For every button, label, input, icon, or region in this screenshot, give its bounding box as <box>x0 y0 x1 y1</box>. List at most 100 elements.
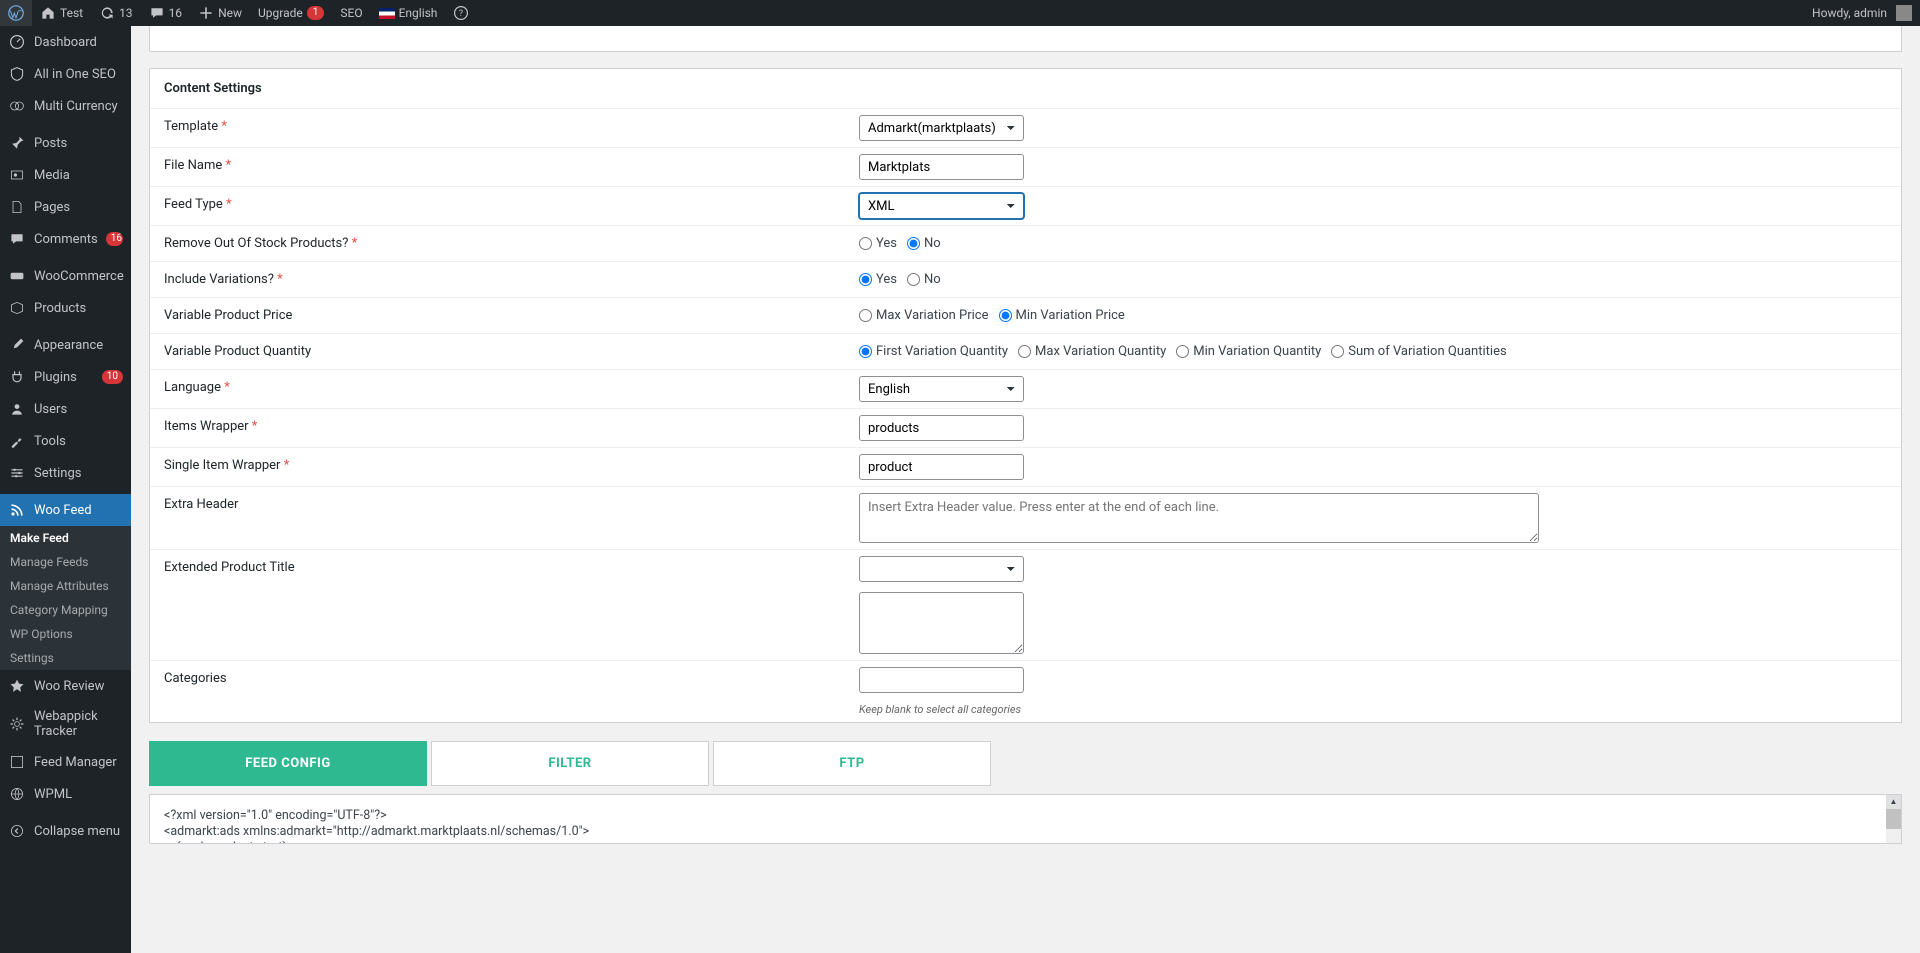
menu-label: Multi Currency <box>34 99 118 114</box>
seo-link[interactable]: SEO <box>332 0 370 26</box>
tab-ftp[interactable]: FTP <box>713 741 991 786</box>
plugins-badge: 10 <box>102 370 123 384</box>
exttitle-select[interactable] <box>859 556 1024 582</box>
menu-collapse[interactable]: Collapse menu <box>0 815 131 847</box>
menu-wooreview[interactable]: Woo Review <box>0 670 131 702</box>
row-includevar: Include Variations? * Yes No <box>150 261 1901 297</box>
singlewrap-input[interactable] <box>859 454 1024 480</box>
menu-multicurrency[interactable]: Multi Currency <box>0 90 131 122</box>
wp-logo[interactable] <box>0 0 32 26</box>
comments-link[interactable]: 16 <box>141 0 191 26</box>
template-select[interactable]: Admarkt(marktplaats) <box>859 115 1024 141</box>
tab-filter[interactable]: FILTER <box>431 741 709 786</box>
submenu-settings[interactable]: Settings <box>0 646 131 670</box>
media-icon <box>8 166 26 184</box>
tab-feedconfig[interactable]: FEED CONFIG <box>149 741 427 786</box>
radio-label: No <box>924 236 941 251</box>
radio-label: Yes <box>876 236 897 251</box>
menu-media[interactable]: Media <box>0 159 131 191</box>
menu-plugins[interactable]: Plugins10 <box>0 361 131 393</box>
menu-posts[interactable]: Posts <box>0 127 131 159</box>
feedtype-select[interactable]: XML <box>859 193 1024 219</box>
varqty-min-radio[interactable] <box>1176 345 1189 358</box>
language-select[interactable]: English <box>859 376 1024 402</box>
scrollbar[interactable]: ▲ <box>1886 795 1901 843</box>
language-switch[interactable]: English <box>371 0 446 26</box>
menu-users[interactable]: Users <box>0 393 131 425</box>
menu-feedmanager[interactable]: Feed Manager <box>0 746 131 778</box>
collapse-icon <box>8 822 26 840</box>
menu-label: Tools <box>34 434 66 449</box>
categories-input[interactable] <box>859 667 1024 693</box>
top-panel-fragment <box>149 26 1902 52</box>
varprice-min-radio[interactable] <box>999 309 1012 322</box>
radio-label: No <box>924 272 941 287</box>
menu-tools[interactable]: Tools <box>0 425 131 457</box>
label-itemswrap: Items Wrapper * <box>150 409 845 447</box>
menu-label: Settings <box>34 466 81 481</box>
help-link[interactable]: ? <box>445 0 477 26</box>
categories-help: Keep blank to select all categories <box>859 703 1021 716</box>
menu-label: Posts <box>34 136 67 151</box>
menu-products[interactable]: Products <box>0 292 131 324</box>
plus-icon <box>198 5 214 21</box>
row-removeoos: Remove Out Of Stock Products? * Yes No <box>150 225 1901 261</box>
user-icon <box>8 400 26 418</box>
menu-label: WPML <box>34 787 72 802</box>
menu-label: Feed Manager <box>34 755 117 770</box>
menu-label: Users <box>34 402 67 417</box>
varqty-max-radio[interactable] <box>1018 345 1031 358</box>
scroll-up-icon[interactable]: ▲ <box>1886 795 1901 809</box>
submenu-label: Manage Attributes <box>10 579 109 593</box>
menu-woocommerce[interactable]: WooCommerce <box>0 260 131 292</box>
includevar-yes-radio[interactable] <box>859 273 872 286</box>
extraheader-textarea[interactable] <box>859 493 1539 543</box>
dashboard-icon <box>8 33 26 51</box>
pin-icon <box>8 134 26 152</box>
includevar-no-radio[interactable] <box>907 273 920 286</box>
site-label: Test <box>60 6 83 20</box>
removeoos-no-radio[interactable] <box>907 237 920 250</box>
scroll-thumb[interactable] <box>1886 809 1901 829</box>
filename-input[interactable] <box>859 154 1024 180</box>
menu-appearance[interactable]: Appearance <box>0 329 131 361</box>
refresh-icon <box>99 5 115 21</box>
menu-settings[interactable]: Settings <box>0 457 131 489</box>
menu-dashboard[interactable]: Dashboard <box>0 26 131 58</box>
submenu-wpoptions[interactable]: WP Options <box>0 622 131 646</box>
updates[interactable]: 13 <box>91 0 141 26</box>
menu-label: Dashboard <box>34 35 97 50</box>
menu-aioseo[interactable]: All in One SEO <box>0 58 131 90</box>
varqty-sum-radio[interactable] <box>1331 345 1344 358</box>
radio-label: Sum of Variation Quantities <box>1348 344 1506 359</box>
menu-webappick[interactable]: Webappick Tracker <box>0 702 131 746</box>
site-name[interactable]: Test <box>32 0 91 26</box>
submenu-managefeeds[interactable]: Manage Feeds <box>0 550 131 574</box>
submenu-makefeed[interactable]: Make Feed <box>0 526 131 550</box>
removeoos-yes-radio[interactable] <box>859 237 872 250</box>
upgrade-link[interactable]: Upgrade1 <box>250 0 332 26</box>
label-removeoos: Remove Out Of Stock Products? * <box>150 226 845 261</box>
menu-pages[interactable]: Pages <box>0 191 131 223</box>
admin-sidebar: Dashboard All in One SEO Multi Currency … <box>0 26 131 953</box>
my-account[interactable]: Howdy, admin <box>1804 0 1920 26</box>
label-extraheader: Extra Header <box>150 487 845 549</box>
itemswrap-input[interactable] <box>859 415 1024 441</box>
menu-label: Products <box>34 301 86 316</box>
feed-tabs: FEED CONFIG FILTER FTP <box>149 741 1902 786</box>
menu-comments[interactable]: Comments16 <box>0 223 131 255</box>
row-exttitle: Extended Product Title <box>150 549 1901 660</box>
submenu-manageattrs[interactable]: Manage Attributes <box>0 574 131 598</box>
main-content: Content Settings Template * Admarkt(mark… <box>131 26 1920 874</box>
new-content[interactable]: New <box>190 0 250 26</box>
menu-wpml[interactable]: WPML <box>0 778 131 810</box>
varprice-max-radio[interactable] <box>859 309 872 322</box>
exttitle-textarea[interactable] <box>859 592 1024 654</box>
menu-woofeed[interactable]: Woo Feed <box>0 494 131 526</box>
label-singlewrap: Single Item Wrapper * <box>150 448 845 486</box>
varqty-first-radio[interactable] <box>859 345 872 358</box>
row-categories: Categories Keep blank to select all cate… <box>150 660 1901 722</box>
xml-template-box[interactable]: <?xml version="1.0" encoding="UTF-8"?> <… <box>149 794 1902 844</box>
menu-label: Pages <box>34 200 70 215</box>
submenu-catmap[interactable]: Category Mapping <box>0 598 131 622</box>
